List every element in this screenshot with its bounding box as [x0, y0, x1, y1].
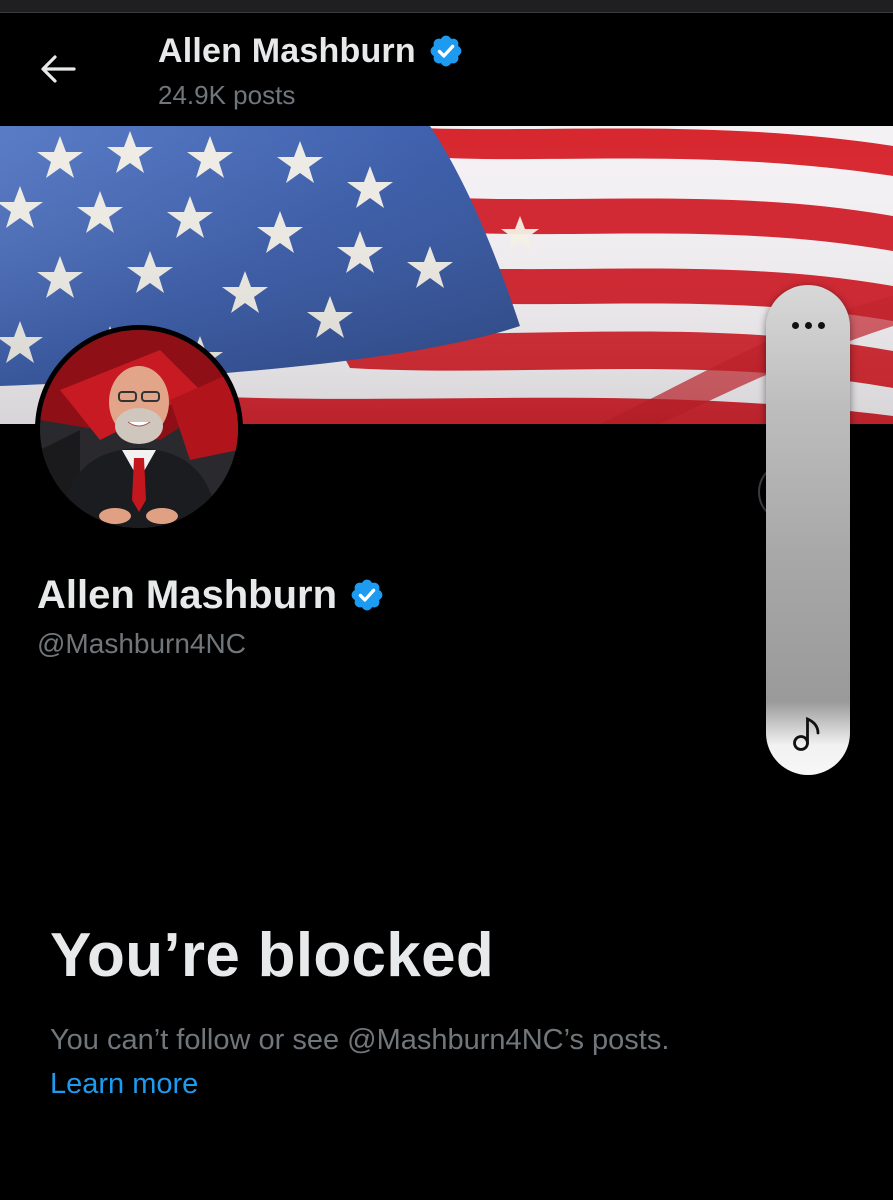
- floating-overlay-panel[interactable]: [766, 285, 850, 775]
- back-button[interactable]: [30, 44, 86, 94]
- avatar[interactable]: [35, 325, 243, 533]
- header-name: Allen Mashburn: [158, 31, 416, 70]
- header-posts-count: 24.9K posts: [158, 80, 296, 110]
- profile-photo: [40, 330, 238, 528]
- profile-name-row: Allen Mashburn: [37, 570, 385, 620]
- verified-badge-icon: [349, 577, 385, 613]
- profile-name: Allen Mashburn: [37, 572, 338, 617]
- blocked-description: You can’t follow or see @Mashburn4NC’s p…: [50, 1024, 670, 1056]
- music-note-icon[interactable]: [790, 713, 826, 753]
- more-dots-icon[interactable]: [766, 313, 850, 337]
- learn-more-link[interactable]: Learn more: [50, 1068, 198, 1101]
- verified-badge-icon: [428, 33, 464, 69]
- status-bar-edge: [0, 0, 893, 13]
- blocked-title: You’re blocked: [50, 921, 495, 990]
- arrow-left-icon: [41, 55, 76, 83]
- header-title-row: Allen Mashburn: [158, 28, 464, 74]
- profile-handle: @Mashburn4NC: [37, 628, 246, 659]
